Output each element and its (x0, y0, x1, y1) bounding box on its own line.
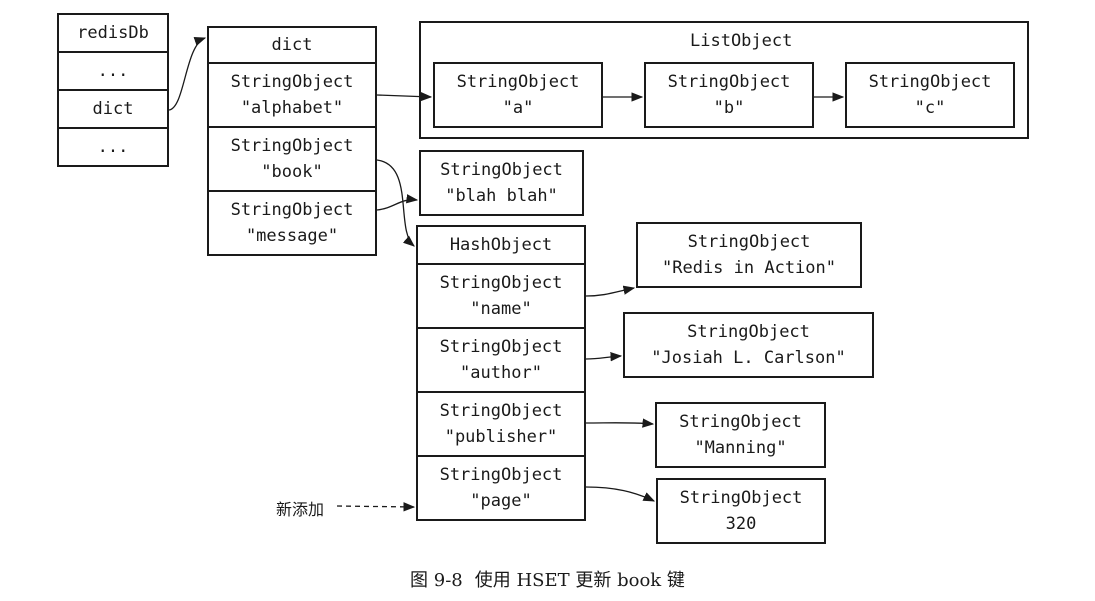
figure-number: 图 9-8 (410, 570, 463, 591)
figure-caption: 图 9-8 使用 HSET 更新 book 键 (0, 566, 1095, 592)
figure-title: 使用 HSET 更新 book 键 (474, 570, 685, 591)
redisdb-to-dict-arrow (168, 37, 207, 111)
book-to-hash-arrow (376, 159, 415, 247)
message-to-blah-arrow (376, 194, 419, 211)
alphabet-to-list-arrow (376, 91, 433, 102)
name-to-value-arrow (585, 285, 636, 297)
connector-layer (168, 37, 845, 512)
publisher-to-value-arrow (585, 418, 655, 428)
new-added-arrow (336, 502, 416, 512)
author-to-value-arrow (585, 351, 623, 362)
page-to-value-arrow (585, 486, 656, 502)
diagram-canvas: redisDb ... dict ... dict StringObject "… (0, 0, 1095, 601)
